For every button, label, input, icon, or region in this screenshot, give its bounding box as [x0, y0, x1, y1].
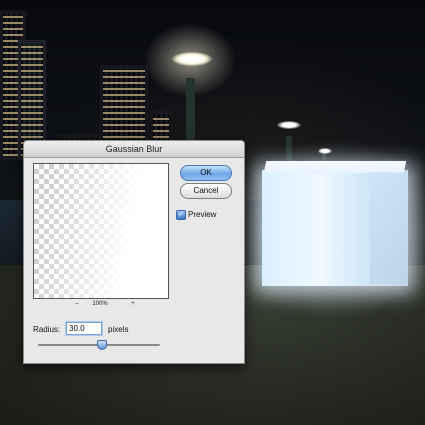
preview-image	[34, 164, 168, 298]
zoom-in-button[interactable]: +	[129, 301, 137, 307]
cancel-button[interactable]: Cancel	[180, 183, 232, 199]
radius-label: Radius:	[33, 325, 61, 334]
zoom-level: 100%	[92, 301, 108, 307]
radius-input[interactable]: 30.0	[66, 322, 102, 335]
blur-preview-pane[interactable]	[33, 163, 169, 299]
preview-option[interactable]: ✓ Preview	[176, 209, 242, 221]
radius-slider-thumb[interactable]	[97, 340, 108, 350]
glowing-cube-side	[370, 172, 408, 284]
ok-button[interactable]: OK	[180, 165, 232, 181]
zoom-out-button[interactable]: –	[73, 301, 81, 307]
preview-label: Preview	[188, 210, 217, 219]
zoom-controls: – 100% +	[33, 301, 169, 311]
dialog-title[interactable]: Gaussian Blur	[24, 141, 244, 158]
street-lamp	[277, 121, 301, 129]
gaussian-blur-dialog: Gaussian Blur – 100% + OK Cancel ✓ Previ…	[23, 140, 245, 364]
preview-checkbox[interactable]: ✓	[176, 210, 186, 220]
radius-unit-label: pixels	[108, 325, 129, 334]
street-lamp	[172, 52, 212, 66]
